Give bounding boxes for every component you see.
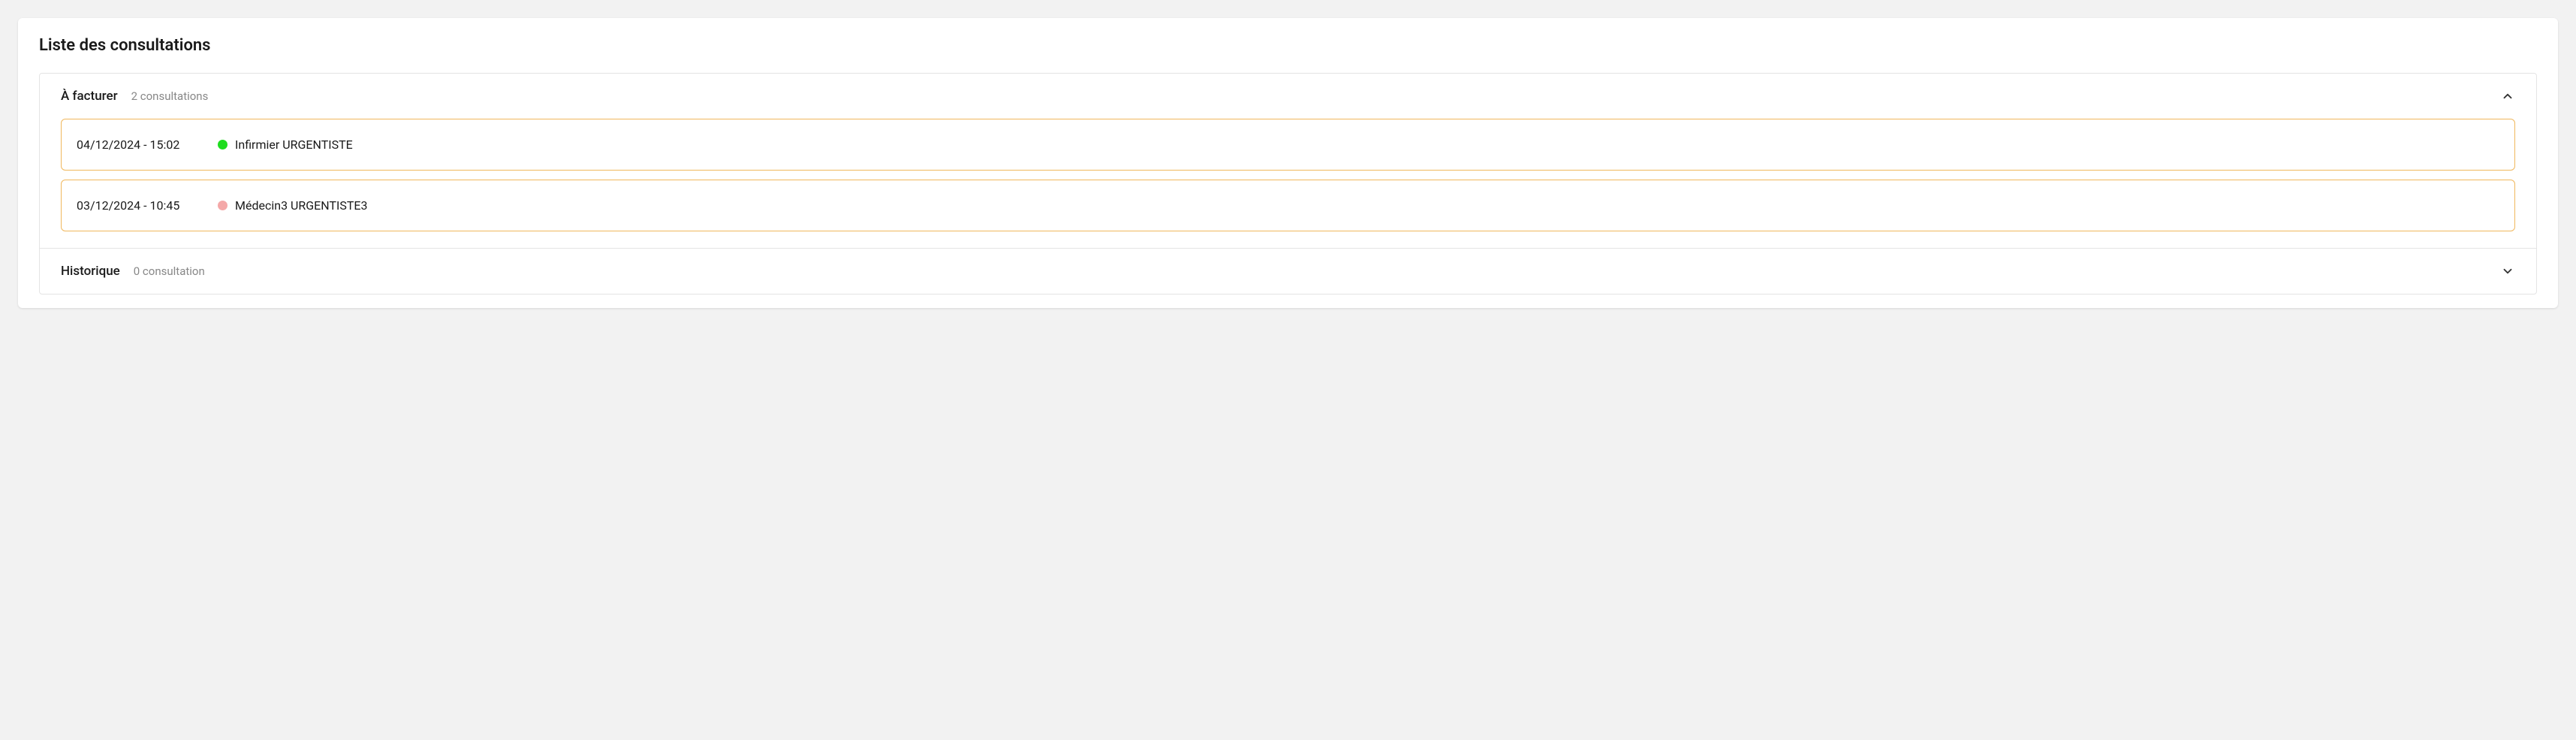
status-dot-icon <box>218 201 227 210</box>
section-count-history: 0 consultation <box>134 264 205 278</box>
consultation-item[interactable]: 03/12/2024 - 10:45 Médecin3 URGENTISTE3 <box>61 180 2515 231</box>
consultation-name-wrap: Infirmier URGENTISTE <box>218 137 353 152</box>
page-title: Liste des consultations <box>39 36 2537 55</box>
section-header-to-invoice[interactable]: À facturer 2 consultations <box>40 74 2536 119</box>
section-title-history: Historique <box>61 264 120 279</box>
section-count-to-invoice: 2 consultations <box>131 89 209 103</box>
chevron-up-icon <box>2500 89 2515 104</box>
consultation-datetime: 03/12/2024 - 10:45 <box>77 198 197 213</box>
consultation-datetime: 04/12/2024 - 15:02 <box>77 137 197 152</box>
consultation-name: Médecin3 URGENTISTE3 <box>235 198 367 213</box>
section-title-to-invoice: À facturer <box>61 89 118 104</box>
consultation-name-wrap: Médecin3 URGENTISTE3 <box>218 198 367 213</box>
chevron-down-icon <box>2500 264 2515 279</box>
consultations-card: Liste des consultations À facturer 2 con… <box>18 18 2558 308</box>
sections-container: À facturer 2 consultations 04/12/2024 - … <box>39 73 2537 294</box>
section-header-left: Historique 0 consultation <box>61 264 205 279</box>
section-header-history[interactable]: Historique 0 consultation <box>40 249 2536 294</box>
status-dot-icon <box>218 140 227 150</box>
consultation-name: Infirmier URGENTISTE <box>235 137 353 152</box>
section-header-left: À facturer 2 consultations <box>61 89 208 104</box>
consultation-item[interactable]: 04/12/2024 - 15:02 Infirmier URGENTISTE <box>61 119 2515 171</box>
section-body-to-invoice: 04/12/2024 - 15:02 Infirmier URGENTISTE … <box>40 119 2536 248</box>
